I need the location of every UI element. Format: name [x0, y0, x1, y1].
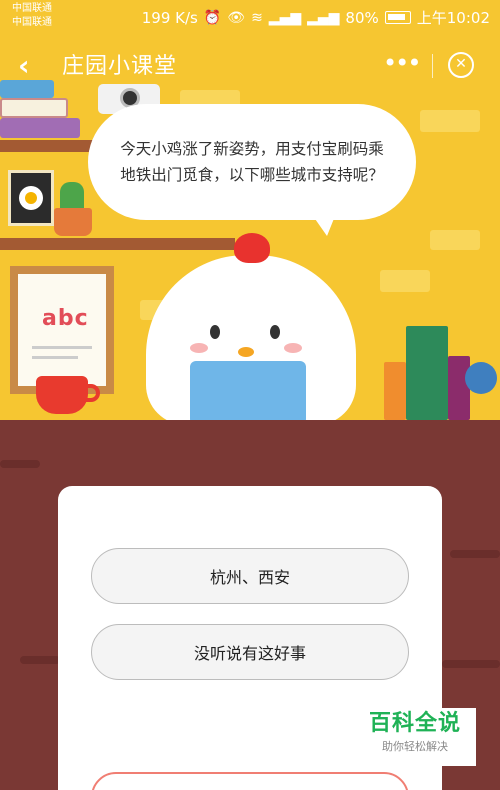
- back-icon[interactable]: ‹: [18, 50, 30, 82]
- middle-shelf: [0, 238, 235, 250]
- answer-option-3[interactable]: [91, 772, 409, 790]
- watermark-subtitle: 助你轻松解决: [382, 740, 448, 753]
- signal-icon-2: ▂▄▆: [307, 9, 340, 26]
- status-bar: 中国联通 中国联通 199 K/s ⏰ 👁 ≋ ▂▄▆ ▂▄▆ 80% 上午10…: [0, 0, 500, 34]
- eye-icon: 👁: [227, 9, 246, 26]
- signal-icon: ▂▄▆: [268, 9, 302, 26]
- abc-picture-frame: abc: [10, 266, 114, 394]
- header-bar: ‹ 庄园小课堂 ••• ✕: [0, 46, 500, 90]
- alarm-icon: ⏰: [203, 9, 222, 26]
- header-divider: [432, 54, 433, 78]
- answer-option-1[interactable]: 杭州、西安: [91, 548, 409, 604]
- page-title: 庄园小课堂: [62, 54, 178, 79]
- answer-option-2[interactable]: 没听说有这好事: [91, 624, 409, 680]
- carrier-label-2: 中国联通: [12, 17, 52, 28]
- book-stack-right: [384, 362, 406, 420]
- network-speed: 199 K/s: [141, 8, 198, 27]
- globe: [465, 362, 497, 394]
- battery-icon: [384, 11, 411, 24]
- speech-bubble: 今天小鸡涨了新姿势，用支付宝刷码乘地铁出门觅食，以下哪些城市支持呢？: [88, 104, 416, 236]
- watermark-logo: 百科全说 助你轻松解决: [354, 708, 476, 766]
- wifi-icon: ≋: [251, 9, 263, 26]
- chicken-character: [146, 233, 356, 420]
- open-book: [190, 361, 306, 420]
- quiz-question: 今天小鸡涨了新姿势，用支付宝刷码乘地铁出门觅食，以下哪些城市支持呢？: [120, 140, 384, 184]
- close-circle-icon[interactable]: ✕: [448, 52, 474, 78]
- clock: 上午10:02: [416, 9, 490, 27]
- carrier-label-1: 中国联通: [12, 3, 52, 14]
- abc-letters: abc: [42, 306, 89, 331]
- more-dots-icon[interactable]: •••: [383, 51, 421, 75]
- battery-percent: 80%: [345, 8, 379, 27]
- teacup: [36, 376, 88, 414]
- upper-shelf: [0, 140, 100, 152]
- watermark-title: 百科全说: [368, 711, 461, 736]
- egg-picture: [8, 170, 54, 226]
